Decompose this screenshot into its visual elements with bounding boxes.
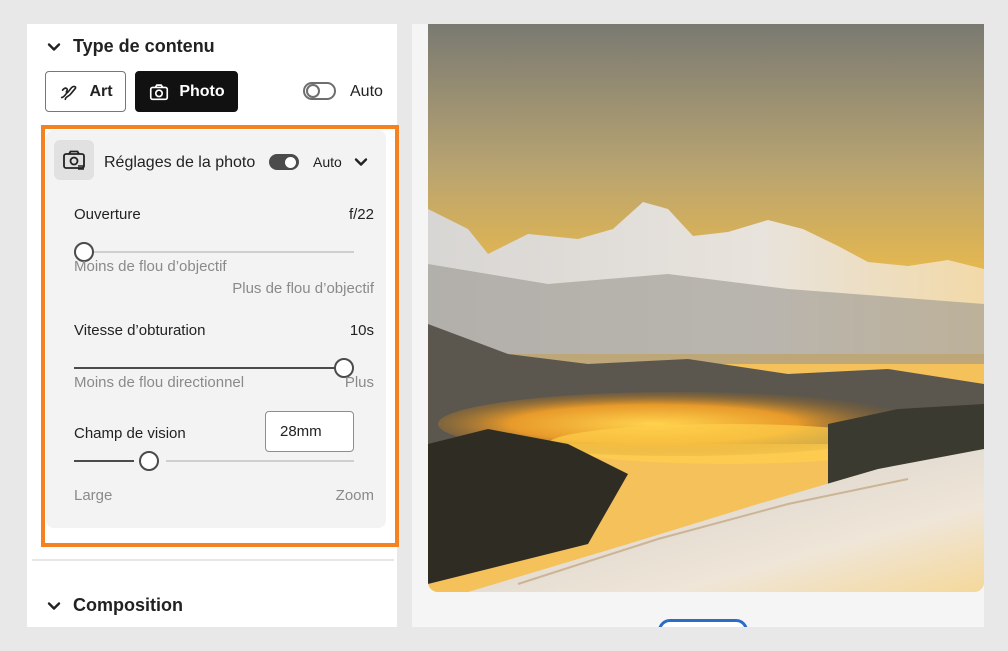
chevron-down-icon[interactable] <box>354 155 368 169</box>
shutter-value: 10s <box>349 322 374 339</box>
photo-settings-auto-toggle[interactable] <box>269 154 299 170</box>
content-auto-label: Auto <box>350 83 383 100</box>
fov-max-label: Zoom <box>335 487 374 504</box>
fov-min-label: Large <box>74 487 113 504</box>
aperture-min-label: Moins de flou d’objectif <box>74 258 227 275</box>
fov-value-field[interactable]: 28mm <box>265 411 354 452</box>
art-button-label: Art <box>89 82 113 100</box>
action-button[interactable] <box>658 619 748 627</box>
aperture-slider-track[interactable] <box>74 251 354 253</box>
generated-image[interactable] <box>428 24 984 592</box>
aperture-label: Ouverture <box>74 206 141 223</box>
content-type-header[interactable]: Type de contenu <box>47 36 215 57</box>
chevron-down-icon <box>47 42 61 51</box>
camera-settings-icon <box>54 140 94 180</box>
content-type-title: Type de contenu <box>73 36 215 56</box>
fov-label: Champ de vision <box>74 425 186 442</box>
fov-slider-track[interactable] <box>166 460 354 462</box>
settings-panel: Type de contenu Art Photo Auto Réglages … <box>27 24 397 627</box>
fov-slider-track-fill[interactable] <box>74 460 134 462</box>
composition-title: Composition <box>73 595 183 615</box>
shutter-min-label: Moins de flou directionnel <box>74 374 245 391</box>
photo-settings-auto-label: Auto <box>313 154 342 170</box>
composition-header[interactable]: Composition <box>47 595 183 616</box>
art-button[interactable]: Art <box>45 71 126 112</box>
chevron-down-icon <box>47 601 61 610</box>
canvas-area <box>412 24 984 627</box>
content-auto-toggle[interactable] <box>303 82 336 100</box>
fov-slider-thumb[interactable] <box>139 451 159 471</box>
section-divider <box>32 559 394 561</box>
aperture-value: f/22 <box>348 206 374 223</box>
photo-button-label: Photo <box>179 82 225 100</box>
aperture-max-label: Plus de flou d’objectif <box>232 280 374 297</box>
camera-icon <box>150 83 169 100</box>
shutter-slider-track[interactable] <box>74 367 336 369</box>
photo-settings-card: Réglages de la photo Auto Ouverture f/22… <box>46 130 386 528</box>
shutter-max-label: Plus <box>344 374 374 391</box>
shutter-label: Vitesse d’obturation <box>74 322 206 339</box>
photo-settings-title: Réglages de la photo <box>104 154 256 171</box>
brush-icon <box>61 85 77 100</box>
photo-button[interactable]: Photo <box>135 71 238 112</box>
